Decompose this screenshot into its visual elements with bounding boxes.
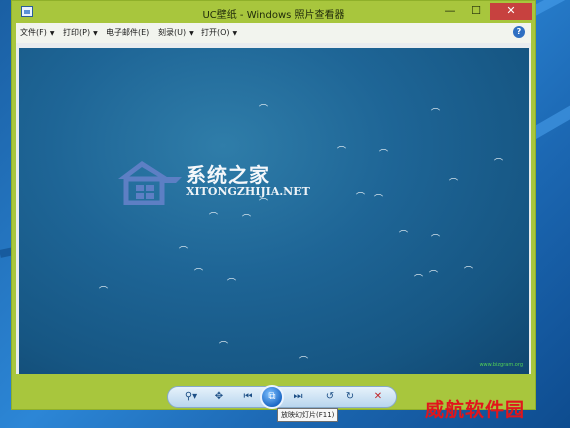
maximize-button[interactable]: ☐ [464, 3, 488, 20]
slideshow-tooltip: 放映幻灯片(F11) [277, 408, 339, 422]
zoom-icon[interactable]: ⚲▾ [180, 390, 202, 404]
seagull: ⌒ [449, 179, 459, 189]
seagull: ⌒ [464, 267, 474, 277]
seagull: ⌒ [337, 147, 347, 157]
menu-open-label: 打开(O) [201, 28, 230, 37]
seagull: ⌒ [494, 159, 504, 169]
chevron-down-icon: ▼ [93, 30, 98, 37]
house-logo-icon [118, 161, 182, 205]
navigation-toolbar: ⚲▾ ✥ ⏮ ⧉ ⏭ ↺ ↻ ✕ [167, 385, 397, 409]
site-watermark: 威航软件园 [425, 399, 526, 421]
image-viewport: ⌒ ⌒ ⌒ ⌒ ⌒ ⌒ ⌒ ⌒ ⌒ ⌒ ⌒ ⌒ ⌒ ⌒ ⌒ ⌒ ⌒ ⌒ ⌒ ⌒ … [16, 43, 531, 374]
menu-burn-label: 刻录(U) [158, 28, 187, 37]
menu-file[interactable]: 文件(F) ▼ [20, 27, 54, 38]
delete-icon[interactable]: ✕ [371, 390, 385, 404]
seagull: ⌒ [179, 247, 189, 257]
menu-print-label: 打印(P) [63, 28, 91, 37]
close-button[interactable]: ✕ [490, 3, 532, 20]
seagull: ⌒ [219, 342, 229, 352]
seagull: ⌒ [242, 215, 252, 225]
title-bar[interactable]: UC壁纸 - Windows 照片查看器 — ☐ ✕ [12, 1, 535, 23]
chevron-down-icon: ▼ [49, 30, 55, 37]
previous-icon[interactable]: ⏮ [238, 390, 258, 404]
minimize-button[interactable]: — [438, 3, 462, 20]
seagull: ⌒ [194, 269, 204, 279]
photo-watermark: www.bizgram.org [479, 362, 523, 368]
menu-print[interactable]: 打印(P) ▼ [63, 27, 98, 38]
seagull: ⌒ [414, 275, 424, 285]
seagull: ⌒ [99, 287, 109, 297]
menu-email[interactable]: 电子邮件(E) [106, 27, 149, 38]
chevron-down-icon: ▼ [232, 30, 238, 37]
rotate-clockwise-icon[interactable]: ↻ [343, 390, 357, 404]
menu-bar: 文件(F) ▼ 打印(P) ▼ 电子邮件(E) 刻录(U) ▼ 打开(O) ▼ ? [16, 23, 531, 43]
seagull: ⌒ [431, 235, 441, 245]
site-logo: 系统之家 XITONGZHIJIA.NET [114, 153, 329, 213]
logo-english-text: XITONGZHIJIA.NET [186, 185, 310, 198]
help-icon[interactable]: ? [513, 26, 525, 38]
slideshow-icon[interactable]: ⧉ [260, 385, 284, 409]
seagull: ⌒ [227, 279, 237, 289]
seagull: ⌒ [374, 195, 384, 205]
menu-open[interactable]: 打开(O) ▼ [201, 27, 237, 38]
menu-email-label: 电子邮件(E) [106, 28, 150, 37]
seagull: ⌒ [209, 213, 219, 223]
next-icon[interactable]: ⏭ [288, 390, 308, 404]
seagull: ⌒ [299, 357, 309, 367]
chevron-down-icon: ▼ [189, 30, 194, 37]
seagull: ⌒ [429, 271, 439, 281]
menu-file-label: 文件(F) [20, 28, 47, 37]
seagull: ⌒ [431, 109, 441, 119]
rotate-counterclockwise-icon[interactable]: ↺ [323, 390, 337, 404]
displayed-photo: ⌒ ⌒ ⌒ ⌒ ⌒ ⌒ ⌒ ⌒ ⌒ ⌒ ⌒ ⌒ ⌒ ⌒ ⌒ ⌒ ⌒ ⌒ ⌒ ⌒ … [19, 48, 529, 374]
seagull: ⌒ [399, 231, 409, 241]
photo-viewer-window: UC壁纸 - Windows 照片查看器 — ☐ ✕ 文件(F) ▼ 打印(P) ▼… [11, 0, 536, 410]
seagull: ⌒ [356, 193, 366, 203]
menu-burn[interactable]: 刻录(U) ▼ [158, 27, 194, 38]
seagull: ⌒ [379, 150, 389, 160]
actual-size-icon[interactable]: ✥ [212, 390, 226, 404]
logo-chinese-text: 系统之家 [186, 163, 270, 187]
seagull: ⌒ [259, 105, 269, 115]
